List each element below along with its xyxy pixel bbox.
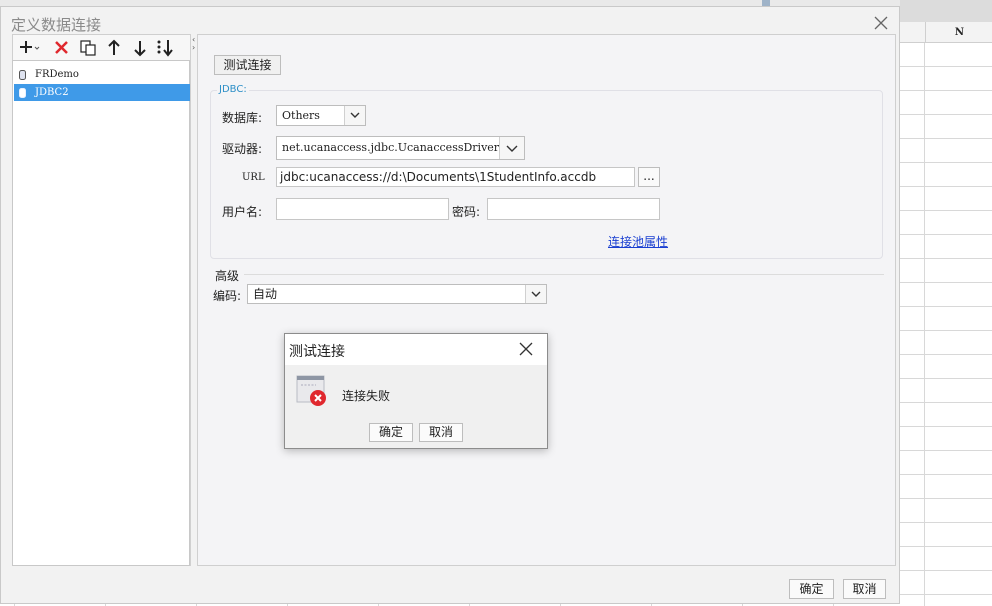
connection-item-jdbc2[interactable]: JDBC2 [14, 84, 190, 101]
url-label: URL [242, 172, 265, 183]
collapse-arrow-icon[interactable]: ‹ › [192, 36, 195, 52]
password-field[interactable] [487, 198, 660, 220]
database-label: 数据库: [222, 111, 263, 125]
arrow-down-icon[interactable] [130, 38, 150, 58]
close-icon[interactable] [517, 340, 535, 358]
encoding-value: 自动 [253, 287, 278, 301]
jdbc-group-title: JDBC: [217, 84, 249, 95]
database-icon [19, 69, 26, 80]
modal-message: 连接失败 [342, 389, 391, 403]
username-field[interactable] [276, 198, 449, 220]
username-label: 用户名: [222, 205, 263, 219]
test-connection-modal: 测试连接 连接失败 确定 取消 [284, 333, 548, 449]
ok-button[interactable]: 确定 [789, 579, 834, 599]
database-select[interactable]: Others [276, 105, 366, 126]
copy-icon[interactable] [78, 38, 98, 58]
sort-icon[interactable] [155, 38, 175, 58]
arrow-up-icon[interactable] [104, 38, 124, 58]
driver-value: net.ucanaccess.jdbc.UcanaccessDriver [282, 141, 500, 154]
connection-item-frdemo[interactable]: FRDemo [14, 66, 190, 83]
modal-titlebar: 测试连接 [285, 334, 547, 365]
modal-cancel-button[interactable]: 取消 [419, 423, 463, 442]
connection-label: FRDemo [35, 69, 79, 80]
url-browse-button[interactable]: ... [638, 167, 660, 187]
close-icon[interactable] [871, 13, 891, 33]
chevron-down-icon[interactable] [499, 137, 524, 159]
password-label: 密码: [452, 205, 481, 219]
connection-label: JDBC2 [35, 87, 69, 98]
modal-ok-button[interactable]: 确定 [369, 423, 413, 442]
test-connection-button[interactable]: 测试连接 [214, 55, 281, 75]
connection-pool-properties-link[interactable]: 连接池属性 [608, 233, 668, 250]
encoding-label: 编码: [213, 289, 242, 303]
encoding-select[interactable]: 自动 [247, 284, 547, 304]
section-divider [244, 274, 884, 275]
database-icon [19, 87, 26, 98]
chevron-down-icon[interactable] [344, 106, 365, 125]
panel-splitter[interactable]: ‹ › [190, 34, 198, 566]
column-header-n[interactable]: N [925, 22, 992, 42]
connection-toolbar [12, 34, 192, 61]
add-icon[interactable] [18, 38, 40, 58]
connection-list: FRDemo JDBC2 [12, 60, 190, 566]
database-value: Others [282, 109, 320, 122]
dialog-title: 定义数据连接 [11, 16, 102, 34]
error-icon [296, 375, 328, 407]
chevron-down-icon[interactable] [525, 285, 546, 303]
sheet-corner [900, 0, 992, 22]
driver-label: 驱动器: [222, 142, 263, 156]
delete-icon[interactable] [52, 38, 72, 58]
modal-title: 测试连接 [289, 344, 345, 360]
driver-select[interactable]: net.ucanaccess.jdbc.UcanaccessDriver [276, 136, 525, 160]
cancel-button[interactable]: 取消 [843, 579, 886, 599]
url-field[interactable]: jdbc:ucanaccess://d:\Documents\1StudentI… [276, 167, 635, 187]
advanced-section-title: 高级 [215, 269, 240, 283]
